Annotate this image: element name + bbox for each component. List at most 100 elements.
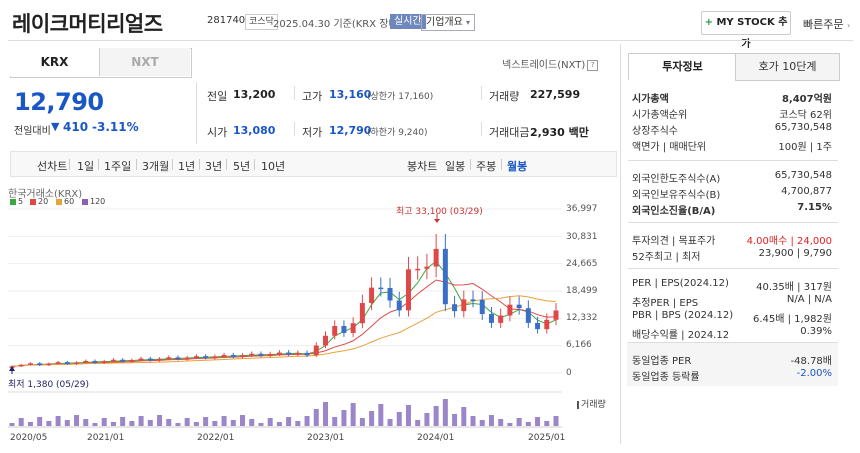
candle-body (83, 360, 89, 363)
info-value: 코스닥 62위 (779, 110, 832, 121)
volume-bar (9, 423, 15, 426)
candle-body (74, 362, 80, 364)
candle-body (240, 355, 246, 357)
info-value: 4.00매수 | 24,000 (746, 236, 832, 247)
volume-bar (369, 411, 375, 426)
candle-body (184, 357, 190, 360)
candle-body (166, 357, 172, 359)
candle-body (488, 314, 494, 323)
info-label: 동일업종 PER (632, 356, 692, 367)
candle-body (387, 287, 393, 301)
x-tick: 2021/01 (87, 433, 125, 443)
info-label: 액면가 | 매매단위 (632, 142, 707, 153)
candle-body (498, 315, 504, 323)
candle-body (221, 354, 227, 357)
divider (628, 160, 838, 161)
volume-bar (37, 417, 43, 426)
volume-bar (415, 420, 421, 426)
candle-body (359, 303, 365, 324)
candle-body (470, 299, 476, 301)
high-arrow-icon (434, 219, 440, 223)
volume-bar (359, 418, 365, 426)
volume-bar (55, 416, 61, 426)
volume-bar (341, 410, 347, 426)
y-tick: 24,665 (566, 259, 598, 269)
candle-body (120, 359, 126, 362)
candle-body (27, 363, 33, 365)
info-label: 동일업종 등락률 (632, 372, 700, 383)
volume-bar (147, 420, 153, 426)
candle-body (369, 287, 375, 304)
chart-grid (8, 208, 562, 374)
chart-low-note: 최저 1,380 (05/29) (8, 380, 90, 390)
info-value: 40.35배 | 317원 (756, 282, 832, 293)
candle-body (525, 308, 531, 323)
volume-bar (129, 421, 135, 426)
info-value: 6.45배 | 1,982원 (752, 314, 832, 325)
tab-order-book[interactable]: 호가 10단계 (735, 53, 840, 81)
candle-body (55, 362, 61, 364)
candle-body (18, 364, 24, 367)
quick-order-link[interactable]: 빠른주문 › (803, 16, 850, 32)
volume-bar (313, 409, 319, 426)
volume-bar (295, 421, 301, 426)
volume-bar (387, 419, 393, 426)
volume-bar (46, 421, 52, 426)
x-tick: 2020/05 (10, 433, 48, 443)
volume-bar (507, 423, 513, 426)
volume-bar (424, 413, 430, 426)
info-value: 7.15% (797, 202, 832, 213)
volume-bar (258, 423, 264, 426)
info-value: -2.00% (796, 368, 832, 379)
tab-investment-info[interactable]: 투자정보 (628, 53, 737, 80)
volume-bar (92, 423, 98, 426)
volume-bar (166, 419, 172, 426)
x-tick: 2025/01 (528, 433, 566, 443)
x-tick: 2023/01 (307, 433, 345, 443)
candle-body (452, 304, 458, 312)
volume-bar (286, 417, 292, 426)
volume-bar (175, 423, 181, 426)
candle-body (516, 304, 522, 309)
chevron-right-icon: › (846, 21, 851, 30)
volume-bar (304, 416, 310, 426)
price-chart[interactable] (0, 0, 620, 453)
volume-bar (479, 420, 485, 426)
volume-bar (488, 415, 494, 426)
ma-line (11, 260, 557, 367)
info-value: 23,900 | 9,790 (758, 248, 832, 259)
divider (628, 222, 838, 223)
candle-body (258, 353, 264, 356)
info-value: 65,730,548 (774, 170, 832, 181)
candle-body (37, 363, 43, 366)
candle-body (92, 360, 98, 363)
candle-body (129, 360, 135, 362)
candle-body (313, 345, 319, 356)
candle-body (378, 287, 384, 290)
info-label: 외국인한도주식수(A) (632, 174, 721, 185)
volume-bar (433, 406, 439, 426)
info-label: 상장주식수 (632, 126, 678, 137)
y-tick: 18,499 (566, 286, 598, 296)
volume-bar (378, 404, 384, 426)
candle-body (286, 352, 292, 355)
volume-bar (64, 420, 70, 426)
info-label: 추정PER | EPS (632, 298, 699, 309)
candle-body (332, 326, 338, 336)
candle-body (442, 248, 448, 305)
candle-body (46, 363, 52, 366)
candle-body (147, 358, 153, 361)
info-value: 4,700,877 (781, 186, 832, 197)
candle-body (110, 359, 116, 362)
volume-bar (221, 416, 227, 426)
info-label: 외국인보유주식수(B) (632, 190, 721, 201)
volume-bars (9, 399, 559, 426)
volume-bar (442, 399, 448, 426)
y-tick: 0 (566, 368, 572, 378)
candle-body (544, 319, 550, 330)
my-stock-button[interactable]: + MY STOCK 추가 (701, 11, 791, 50)
chart-high-note: 최고 33,100 (03/29) (396, 207, 483, 217)
info-label: PBR | BPS (2024.12) (632, 310, 734, 321)
candle-body (350, 323, 356, 333)
divider (628, 342, 838, 343)
